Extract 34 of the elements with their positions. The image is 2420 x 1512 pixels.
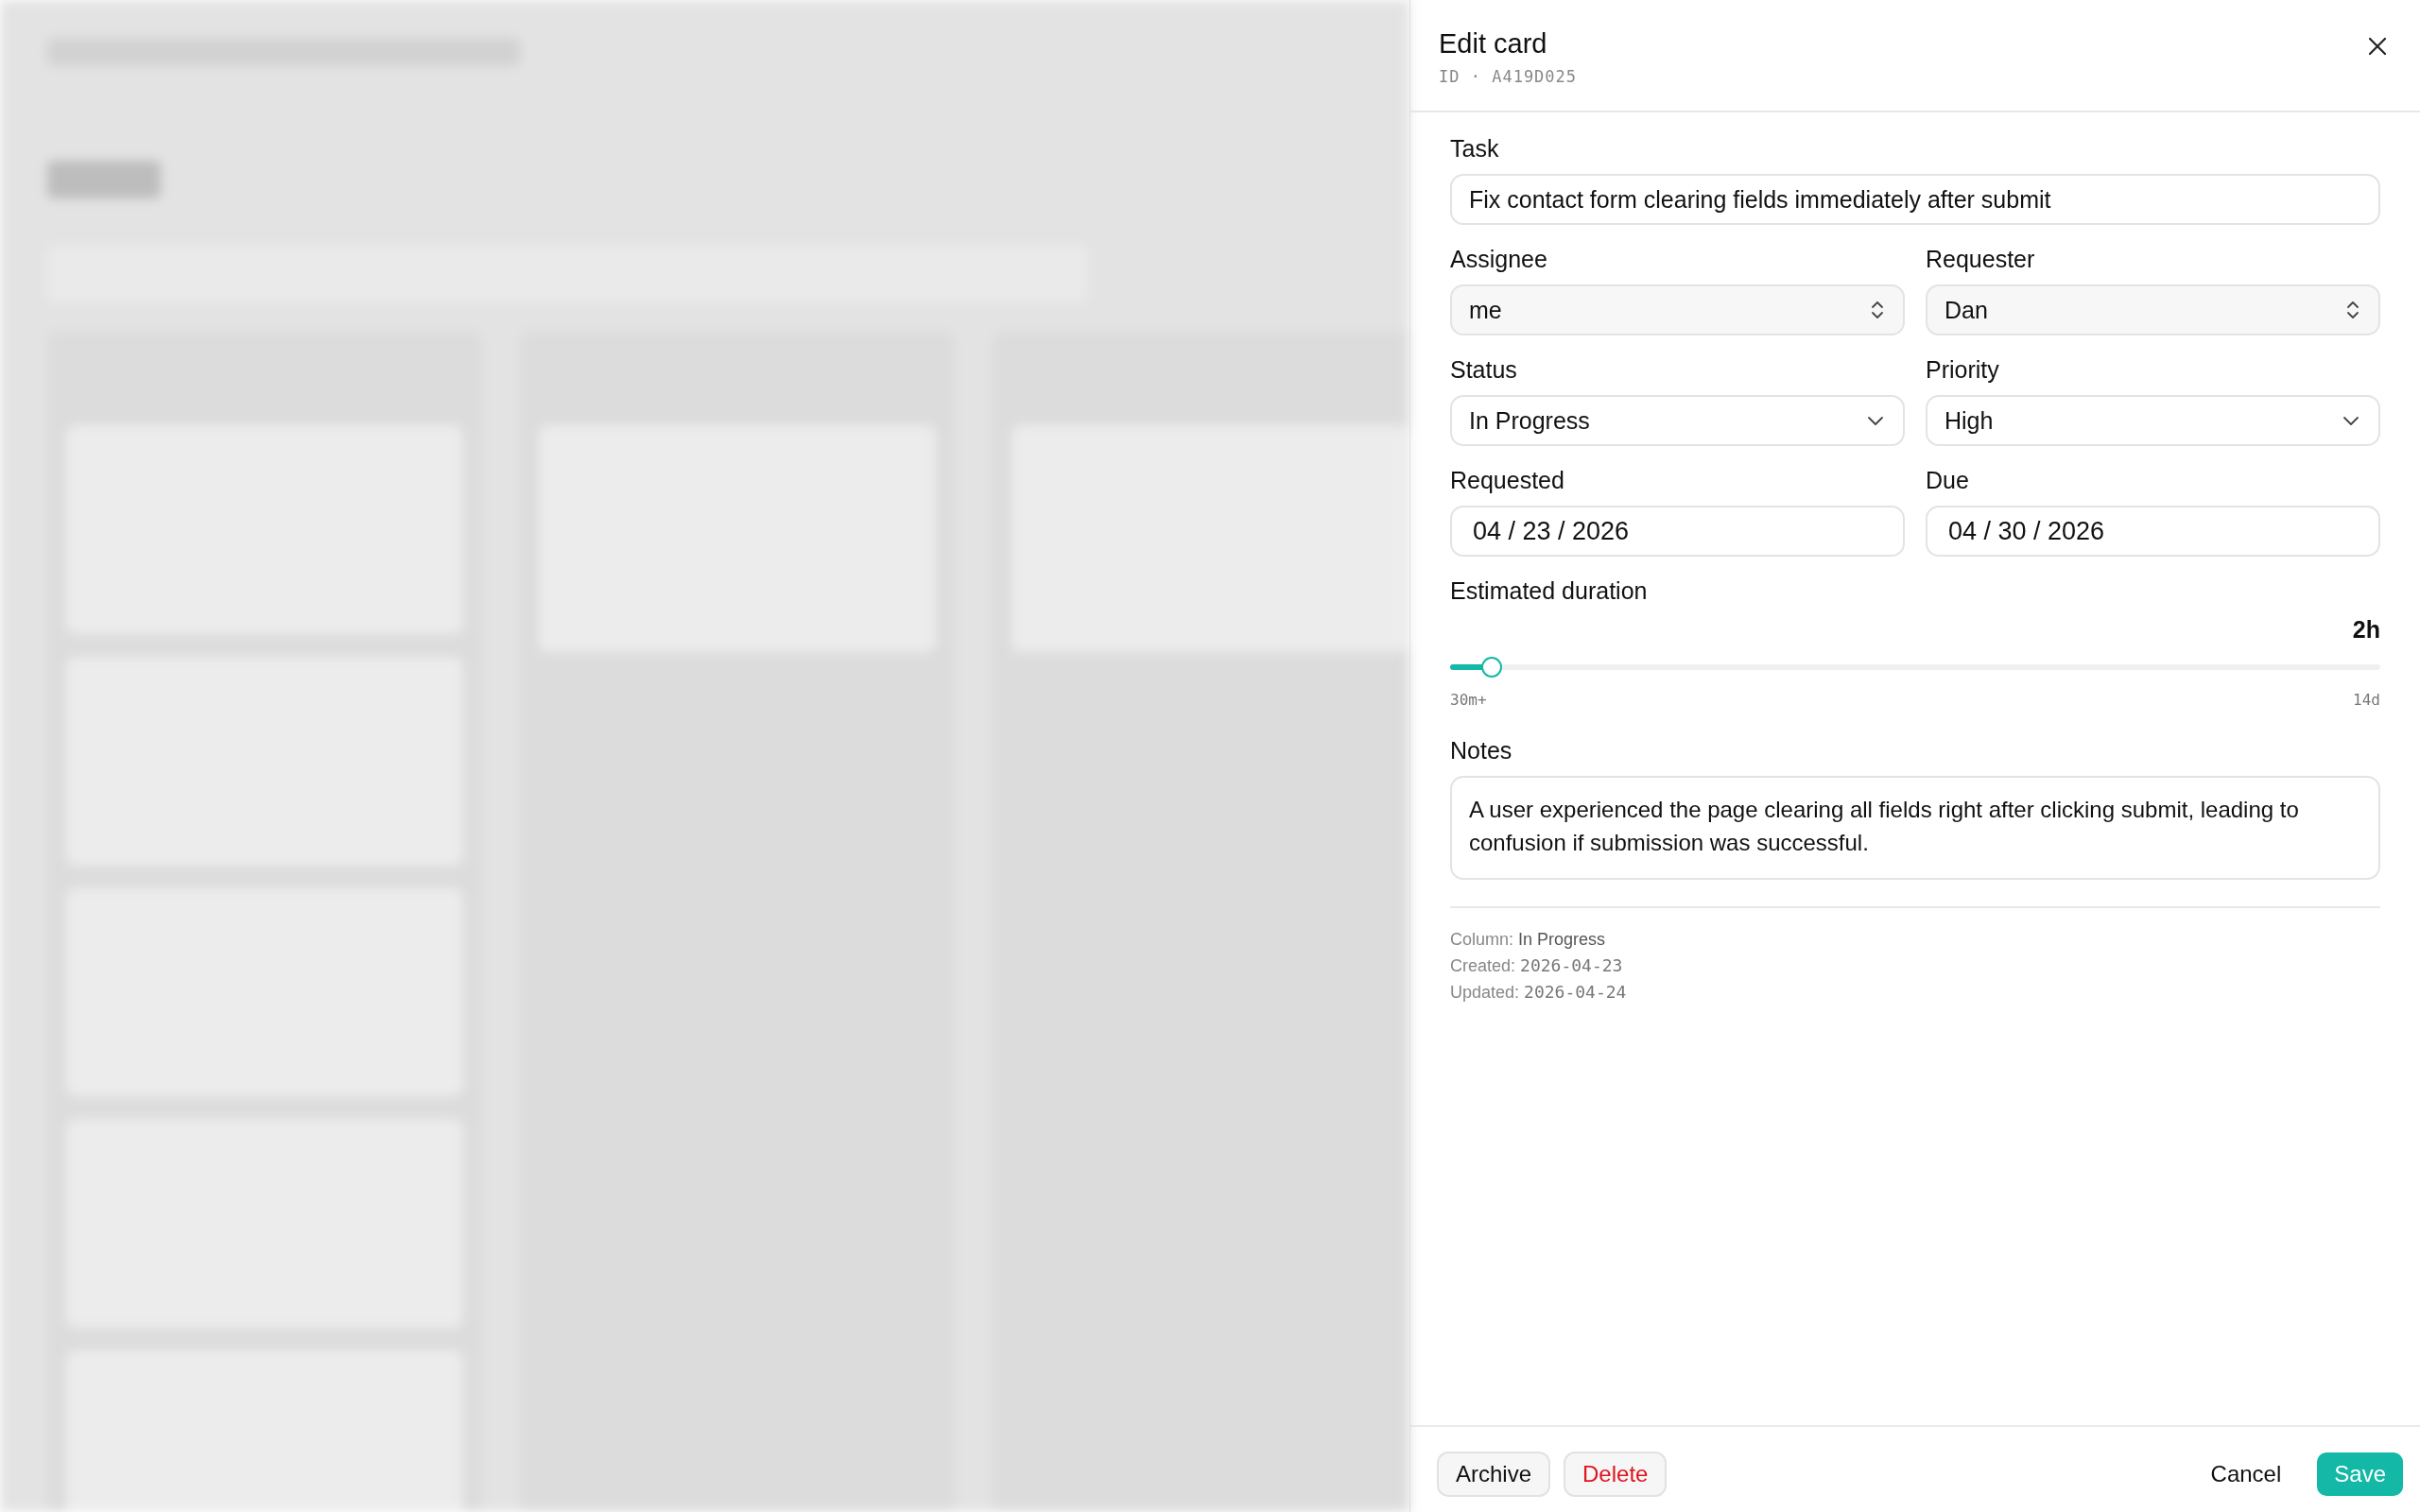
field-label: Estimated duration <box>1450 577 1649 605</box>
text-field[interactable]: Fix contact form clearing fields immediately after submit <box>1450 174 2380 225</box>
notes-field[interactable]: A user experienced the page clearing all fields right after clicking submit, leading to confusion if submission was successful. <box>1450 776 2380 880</box>
field-label: Requested <box>1450 467 1565 494</box>
field-label: Task <box>1450 135 1500 163</box>
meta-line: Created: 2026-04-23 <box>1450 954 1624 977</box>
field-label: Assignee <box>1450 246 1548 273</box>
meta-line: Updated: 2026-04-24 <box>1450 981 1628 1004</box>
select-field[interactable]: Dan <box>1926 284 2380 335</box>
duration-slider[interactable] <box>1450 657 2380 678</box>
select-field[interactable]: High <box>1926 395 2380 446</box>
archive-button[interactable]: Archive <box>1437 1452 1551 1497</box>
card-id: ID · A419D025 <box>1439 67 1578 86</box>
date-field[interactable]: 04 / 23 / 2026 <box>1450 506 1905 557</box>
meta-line: Column: In Progress <box>1450 929 1607 951</box>
field-label: Due <box>1926 467 1970 494</box>
up-down-chevron-icon <box>2346 300 2360 320</box>
field-label: Notes <box>1450 737 1513 765</box>
field-label: Status <box>1450 356 1518 384</box>
slider-thumb[interactable] <box>1481 657 1503 678</box>
chevron-down-icon <box>1867 415 1884 426</box>
field-label: Requester <box>1926 246 2036 273</box>
panel-title: Edit card <box>1439 28 1548 60</box>
chevron-down-icon <box>2342 415 2360 426</box>
select-field[interactable]: In Progress <box>1450 395 1905 446</box>
field-label: Priority <box>1926 356 2000 384</box>
date-field[interactable]: 04 / 30 / 2026 <box>1926 506 2380 557</box>
slider-min-label: 30m+ <box>1450 691 1487 709</box>
select-field[interactable]: me <box>1450 284 1905 335</box>
cancel-button[interactable]: Cancel <box>2204 1460 2288 1488</box>
up-down-chevron-icon <box>1871 300 1884 320</box>
duration-reading: 2h <box>2351 616 2380 644</box>
slider-max-label: 14d <box>2353 691 2380 709</box>
delete-button[interactable]: Delete <box>1564 1452 1668 1497</box>
